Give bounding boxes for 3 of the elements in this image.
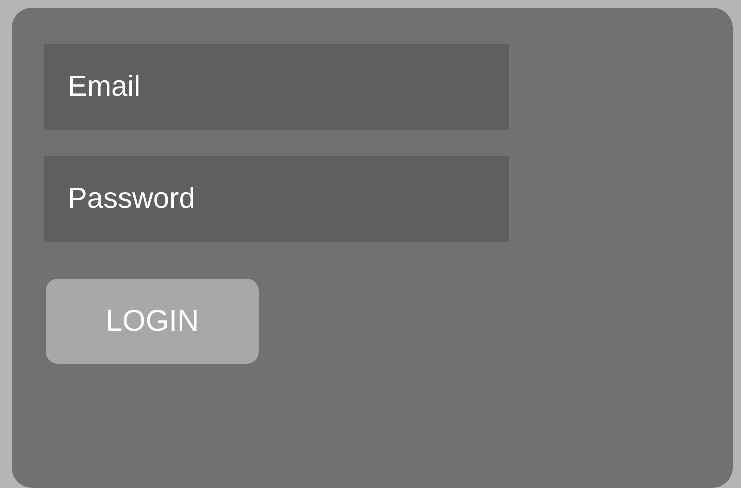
password-field[interactable]: Password [44, 156, 509, 242]
email-field[interactable]: Email [44, 44, 509, 130]
login-button[interactable]: LOGIN [46, 279, 259, 364]
